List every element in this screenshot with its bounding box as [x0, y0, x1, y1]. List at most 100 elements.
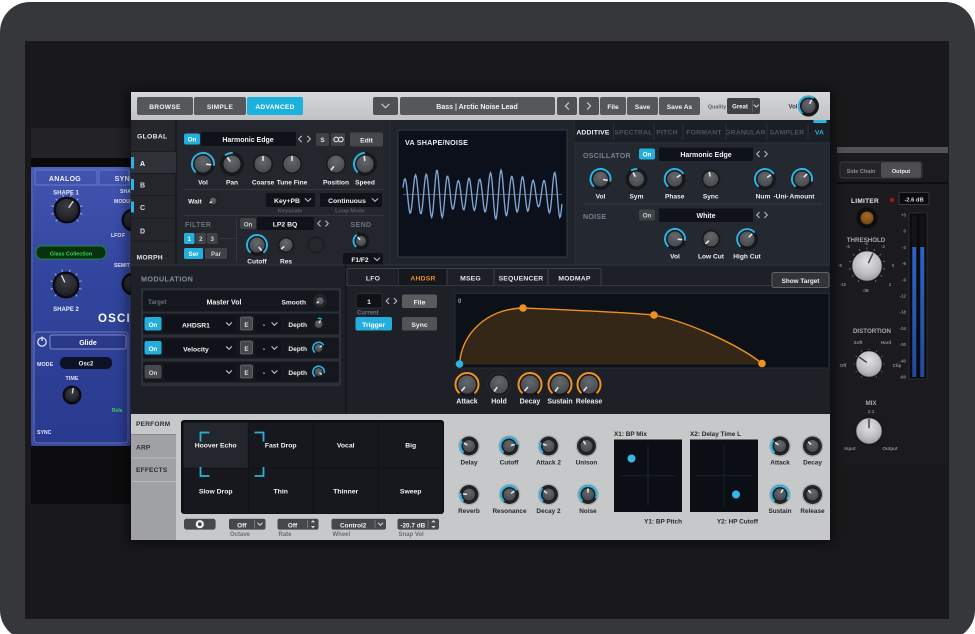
svg-text:GRANULAR: GRANULAR — [725, 130, 766, 137]
svg-text:Fast Drop: Fast Drop — [265, 443, 297, 450]
svg-text:Input: Input — [844, 446, 856, 451]
svg-text:-24: -24 — [900, 326, 907, 331]
svg-text:Vol: Vol — [198, 180, 208, 187]
svg-text:MORPH: MORPH — [137, 255, 163, 262]
svg-text:Output: Output — [892, 169, 910, 175]
svg-text:Release: Release — [800, 508, 825, 515]
svg-text:Key+PB: Key+PB — [274, 198, 300, 205]
svg-text:Attack: Attack — [456, 399, 478, 406]
svg-text:Glass Collection: Glass Collection — [50, 251, 92, 257]
svg-text:A: A — [140, 161, 145, 168]
svg-text:File: File — [414, 300, 426, 307]
svg-text:Show Target: Show Target — [782, 278, 821, 285]
svg-text:PERFORM: PERFORM — [136, 421, 171, 428]
svg-text:-10: -10 — [840, 282, 847, 287]
svg-text:Master Vol: Master Vol — [207, 300, 242, 307]
svg-text:D: D — [140, 229, 145, 236]
svg-text:Side Chain: Side Chain — [847, 169, 876, 175]
svg-text:Rele: Rele — [112, 408, 123, 414]
svg-text:OSCILLATOR: OSCILLATOR — [583, 153, 631, 160]
svg-text:Snap Vol: Snap Vol — [399, 532, 425, 538]
svg-text:Vol: Vol — [670, 254, 680, 261]
svg-text:Soft: Soft — [854, 340, 863, 345]
svg-text:SHAPE 1: SHAPE 1 — [53, 191, 79, 197]
svg-text:Attack 2: Attack 2 — [536, 460, 561, 467]
svg-text:AHDSR1: AHDSR1 — [182, 322, 210, 329]
svg-text:C: C — [140, 205, 145, 212]
svg-text:X1: BP Mix: X1: BP Mix — [614, 431, 647, 438]
svg-text:On: On — [244, 221, 253, 228]
svg-text:Off: Off — [840, 363, 847, 368]
svg-text:On: On — [149, 346, 158, 353]
svg-text:MODULATION: MODULATION — [141, 275, 193, 284]
svg-text:Osc2: Osc2 — [79, 362, 94, 368]
svg-text:S: S — [320, 137, 325, 144]
svg-text:1: 1 — [367, 299, 371, 306]
svg-text:FILTER: FILTER — [185, 222, 211, 229]
svg-text:Release: Release — [576, 399, 603, 406]
svg-text:-30: -30 — [900, 342, 907, 347]
svg-text:Harmonic Edge: Harmonic Edge — [222, 137, 273, 144]
svg-text:Quality: Quality — [708, 105, 726, 111]
svg-text:Delay: Delay — [460, 460, 477, 467]
svg-text:Vocal: Vocal — [337, 443, 355, 450]
svg-text:dB: dB — [863, 288, 869, 293]
svg-text:E: E — [244, 370, 248, 377]
svg-text:BROWSE: BROWSE — [149, 104, 181, 111]
svg-text:X2: Delay Time L: X2: Delay Time L — [690, 431, 741, 438]
svg-text:DISTORTION: DISTORTION — [853, 328, 892, 335]
svg-text:EFFECTS: EFFECTS — [136, 467, 168, 474]
svg-text:LFO: LFO — [366, 276, 380, 283]
svg-text:ANALOG: ANALOG — [49, 176, 81, 183]
svg-text:Target: Target — [148, 299, 166, 306]
svg-text:TIME: TIME — [66, 376, 79, 382]
svg-text:Harmonic Edge: Harmonic Edge — [680, 152, 731, 159]
svg-text:Speed: Speed — [355, 180, 375, 187]
svg-text:1:1: 1:1 — [868, 409, 875, 414]
svg-text:Sync: Sync — [411, 322, 427, 329]
svg-text:F1/F2: F1/F2 — [351, 257, 369, 264]
svg-text:-18: -18 — [900, 310, 907, 315]
svg-text:Big: Big — [405, 443, 416, 450]
svg-text:Sync: Sync — [703, 194, 719, 201]
svg-text:White: White — [696, 213, 715, 220]
svg-text:On: On — [643, 213, 652, 220]
svg-text:Save: Save — [635, 104, 651, 111]
svg-text:-6: -6 — [902, 261, 906, 266]
svg-text:Position: Position — [323, 180, 349, 187]
svg-text:Slow Drop: Slow Drop — [199, 489, 233, 496]
svg-text:-: - — [263, 370, 265, 377]
svg-text:Decay 2: Decay 2 — [536, 508, 561, 515]
svg-text:Attack: Attack — [770, 460, 790, 467]
svg-text:Amount: Amount — [790, 194, 816, 201]
svg-text:Loop Mode: Loop Mode — [335, 209, 365, 215]
svg-text:SIMPLE: SIMPLE — [207, 104, 234, 111]
svg-text:Glide: Glide — [79, 340, 97, 347]
svg-text:NOISE: NOISE — [583, 214, 606, 221]
svg-text:-60: -60 — [900, 375, 907, 380]
svg-text:AHDSR: AHDSR — [410, 276, 435, 283]
svg-text:ARP: ARP — [136, 445, 151, 452]
svg-text:Save As: Save As — [667, 104, 693, 111]
svg-text:Depth: Depth — [288, 322, 307, 329]
svg-text:Tune Fine: Tune Fine — [277, 180, 308, 187]
svg-text:-12: -12 — [900, 294, 907, 299]
svg-text:ADVANCED: ADVANCED — [255, 104, 294, 111]
svg-text:Thinner: Thinner — [333, 489, 358, 496]
svg-text:MODMAP: MODMAP — [558, 276, 590, 283]
svg-text:Edit: Edit — [360, 137, 374, 144]
svg-text:-20.7 dB: -20.7 dB — [400, 522, 425, 529]
svg-text:E: E — [244, 322, 248, 329]
svg-text:Trigger: Trigger — [362, 322, 385, 329]
svg-text:Wait: Wait — [188, 199, 202, 206]
svg-text:Great: Great — [732, 105, 748, 111]
svg-text:E: E — [244, 346, 248, 353]
svg-text:Res: Res — [280, 259, 292, 266]
svg-text:MIX: MIX — [865, 400, 877, 407]
svg-text:Sym: Sym — [630, 194, 644, 201]
svg-text:LIMITER: LIMITER — [851, 198, 879, 205]
svg-text:SYNC: SYNC — [37, 430, 52, 436]
svg-text:Sustain: Sustain — [547, 399, 572, 406]
svg-text:Bass | Arctic Noise Lead: Bass | Arctic Noise Lead — [436, 104, 517, 111]
svg-text:Velocity: Velocity — [183, 346, 209, 353]
